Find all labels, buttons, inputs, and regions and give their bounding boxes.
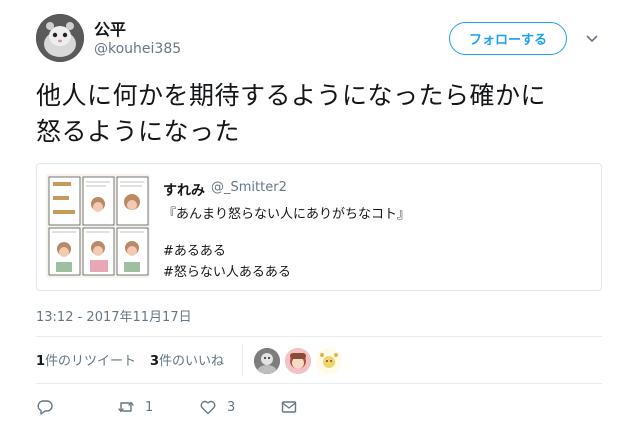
tweet-card: 公平 @kouhei385 フォローする 他人に何かを期待するようになったら確か… xyxy=(0,0,640,434)
divider xyxy=(36,336,602,337)
retweet-stat[interactable]: 1件のリツイート xyxy=(36,350,136,369)
author-handle[interactable]: @kouhei385 xyxy=(94,41,181,57)
hashtag-link[interactable]: #あるある xyxy=(163,240,226,259)
retweet-stat-count: 1 xyxy=(36,354,46,369)
retweet-count: 1 xyxy=(145,399,154,415)
tweet-text: 他人に何かを期待するようになったら確かに 怒るようになった xyxy=(36,78,616,150)
heart-icon xyxy=(200,400,216,415)
quoted-tweet[interactable]: すれみ @_Smitter2 『あんまり怒らない人にありがちなコト』 #あるある… xyxy=(36,163,602,291)
like-stat-label: 件のいいね xyxy=(159,354,225,369)
tweet-text-line: 怒るようになった xyxy=(36,117,241,146)
chevron-down-icon[interactable] xyxy=(584,30,600,46)
retweet-icon xyxy=(118,401,134,413)
like-button[interactable]: 3 xyxy=(199,398,235,416)
tweet-timestamp[interactable]: 13:12 - 2017年11月17日 xyxy=(36,306,192,325)
author-name[interactable]: 公平 xyxy=(94,16,126,40)
hashtag-link[interactable]: #怒らない人あるある xyxy=(163,261,291,280)
reply-button[interactable] xyxy=(36,398,54,416)
divider xyxy=(36,383,602,384)
quoted-tweet-text: 『あんまり怒らない人にありがちなコト』 xyxy=(163,207,411,222)
follow-button[interactable]: フォローする xyxy=(449,22,567,55)
like-count: 3 xyxy=(227,399,236,415)
liker-avatar[interactable] xyxy=(285,348,311,374)
divider xyxy=(242,344,243,376)
quoted-tweet-image[interactable] xyxy=(46,174,150,278)
direct-message-button[interactable] xyxy=(280,398,298,416)
envelope-icon xyxy=(281,401,297,413)
retweet-stat-label: 件のリツイート xyxy=(45,354,137,369)
quoted-author-handle: @_Smitter2 xyxy=(211,180,287,195)
retweet-button[interactable]: 1 xyxy=(117,398,153,416)
tweet-text-line: 他人に何かを期待するようになったら確かに xyxy=(36,81,547,110)
like-stat-count: 3 xyxy=(150,354,160,369)
author-avatar[interactable] xyxy=(36,14,84,62)
reply-icon xyxy=(37,400,53,415)
liker-avatar[interactable] xyxy=(316,348,342,374)
quoted-author-name: すれみ xyxy=(163,183,205,199)
liker-avatar[interactable] xyxy=(254,348,280,374)
like-stat[interactable]: 3件のいいね xyxy=(150,350,224,369)
